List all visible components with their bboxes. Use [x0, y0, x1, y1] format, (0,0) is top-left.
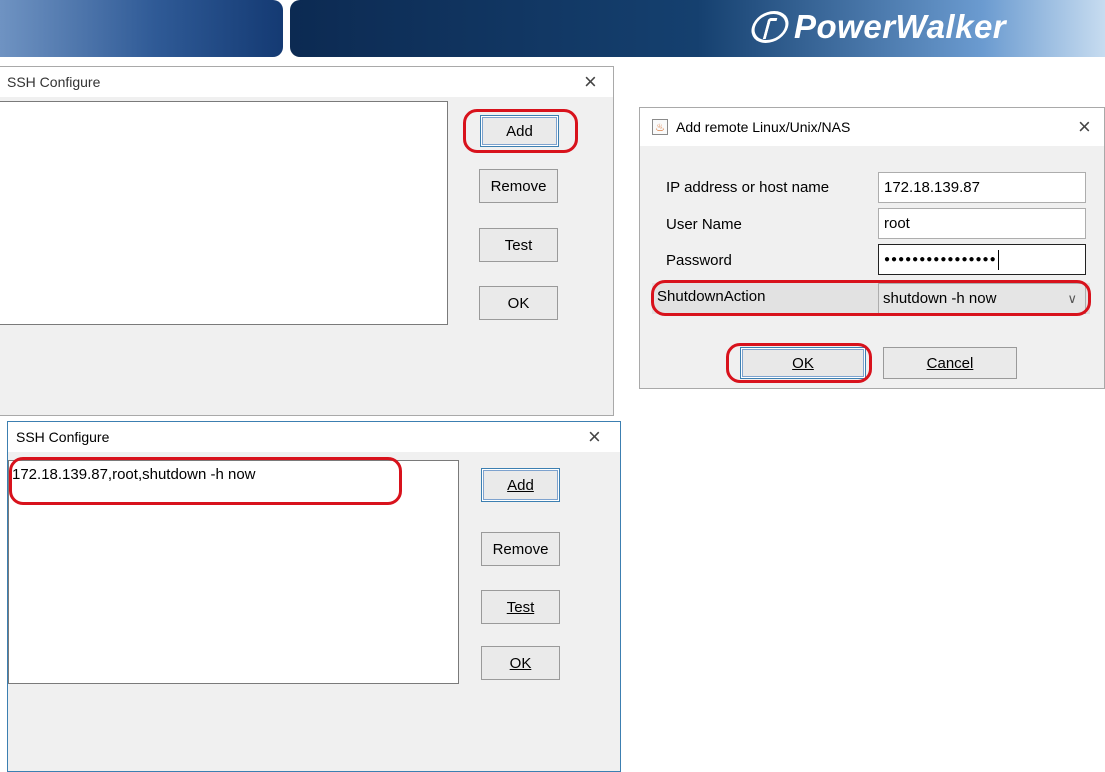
brand-name: PowerWalker: [794, 8, 1007, 45]
close-icon[interactable]: ×: [584, 71, 597, 93]
ok-button[interactable]: OK: [481, 646, 560, 680]
test-button[interactable]: Test: [479, 228, 558, 262]
window-title-bar: SSH Configure: [0, 67, 613, 97]
remove-button-label: Remove: [490, 177, 547, 195]
close-icon[interactable]: ×: [1078, 116, 1091, 138]
ip-value: 172.18.139.87: [884, 179, 980, 196]
window-title: SSH Configure: [16, 429, 110, 445]
banner-left-panel: [0, 0, 283, 57]
ok-button-label: OK: [509, 654, 532, 672]
dialog-title: Add remote Linux/Unix/NAS: [676, 119, 851, 135]
username-label: User Name: [666, 216, 742, 233]
remove-button[interactable]: Remove: [481, 532, 560, 566]
password-input[interactable]: ●●●●●●●●●●●●●●●●: [878, 244, 1086, 275]
dialog-cancel-label: Cancel: [926, 354, 974, 372]
close-icon[interactable]: ×: [588, 426, 601, 448]
test-button-label: Test: [504, 236, 533, 254]
ip-input[interactable]: 172.18.139.87: [878, 172, 1086, 203]
powerwalker-logo: PowerWalker: [747, 6, 1007, 48]
test-button[interactable]: Test: [481, 590, 560, 624]
remove-button-label: Remove: [492, 540, 549, 558]
remove-button[interactable]: Remove: [479, 169, 558, 203]
highlight-shutdown-action: [651, 280, 1091, 316]
test-button-label: Test: [506, 598, 535, 616]
host-list[interactable]: [0, 101, 448, 325]
username-input[interactable]: root: [878, 208, 1086, 239]
highlight-list-entry: [9, 457, 402, 505]
add-button-label: Add: [507, 476, 534, 494]
powerwalker-logo-icon: [747, 11, 793, 43]
username-value: root: [884, 215, 910, 232]
highlight-add-button: [463, 109, 578, 153]
window-title-bar: SSH Configure: [8, 422, 620, 452]
add-button[interactable]: Add: [481, 468, 560, 502]
text-cursor: [997, 249, 999, 270]
ok-button[interactable]: OK: [479, 286, 558, 320]
window-title: SSH Configure: [7, 74, 101, 90]
java-icon: ♨: [652, 119, 668, 135]
password-value: ●●●●●●●●●●●●●●●●: [884, 254, 997, 265]
dialog-cancel-button[interactable]: Cancel: [883, 347, 1017, 379]
ok-button-label: OK: [507, 294, 530, 312]
highlight-ok-button: [726, 343, 872, 383]
add-remote-dialog: ♨ Add remote Linux/Unix/NAS × IP address…: [639, 107, 1105, 389]
ip-label: IP address or host name: [666, 179, 830, 196]
dialog-title-bar: ♨ Add remote Linux/Unix/NAS: [640, 108, 1104, 146]
password-label: Password: [666, 252, 732, 269]
